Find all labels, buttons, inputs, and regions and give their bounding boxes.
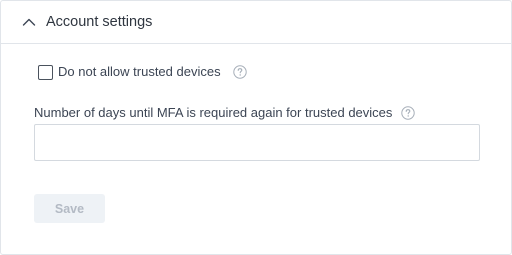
mfa-days-label: Number of days until MFA is required aga…	[34, 105, 393, 120]
do-not-allow-trusted-devices-label[interactable]: Do not allow trusted devices	[58, 64, 221, 80]
mfa-days-label-row: Number of days until MFA is required aga…	[34, 104, 416, 121]
do-not-allow-trusted-devices-checkbox[interactable]	[38, 64, 53, 80]
chevron-up-icon[interactable]	[21, 14, 37, 30]
account-settings-panel: Account settings Do not allow trusted de…	[0, 0, 512, 255]
account-settings-header[interactable]: Account settings	[1, 1, 511, 44]
panel-title: Account settings	[46, 14, 153, 30]
trusted-devices-option: Do not allow trusted devices	[38, 64, 247, 80]
question-circle-icon[interactable]	[232, 65, 247, 79]
question-circle-icon[interactable]	[401, 105, 416, 120]
mfa-days-input[interactable]	[34, 124, 480, 161]
save-button[interactable]: Save	[34, 194, 105, 223]
